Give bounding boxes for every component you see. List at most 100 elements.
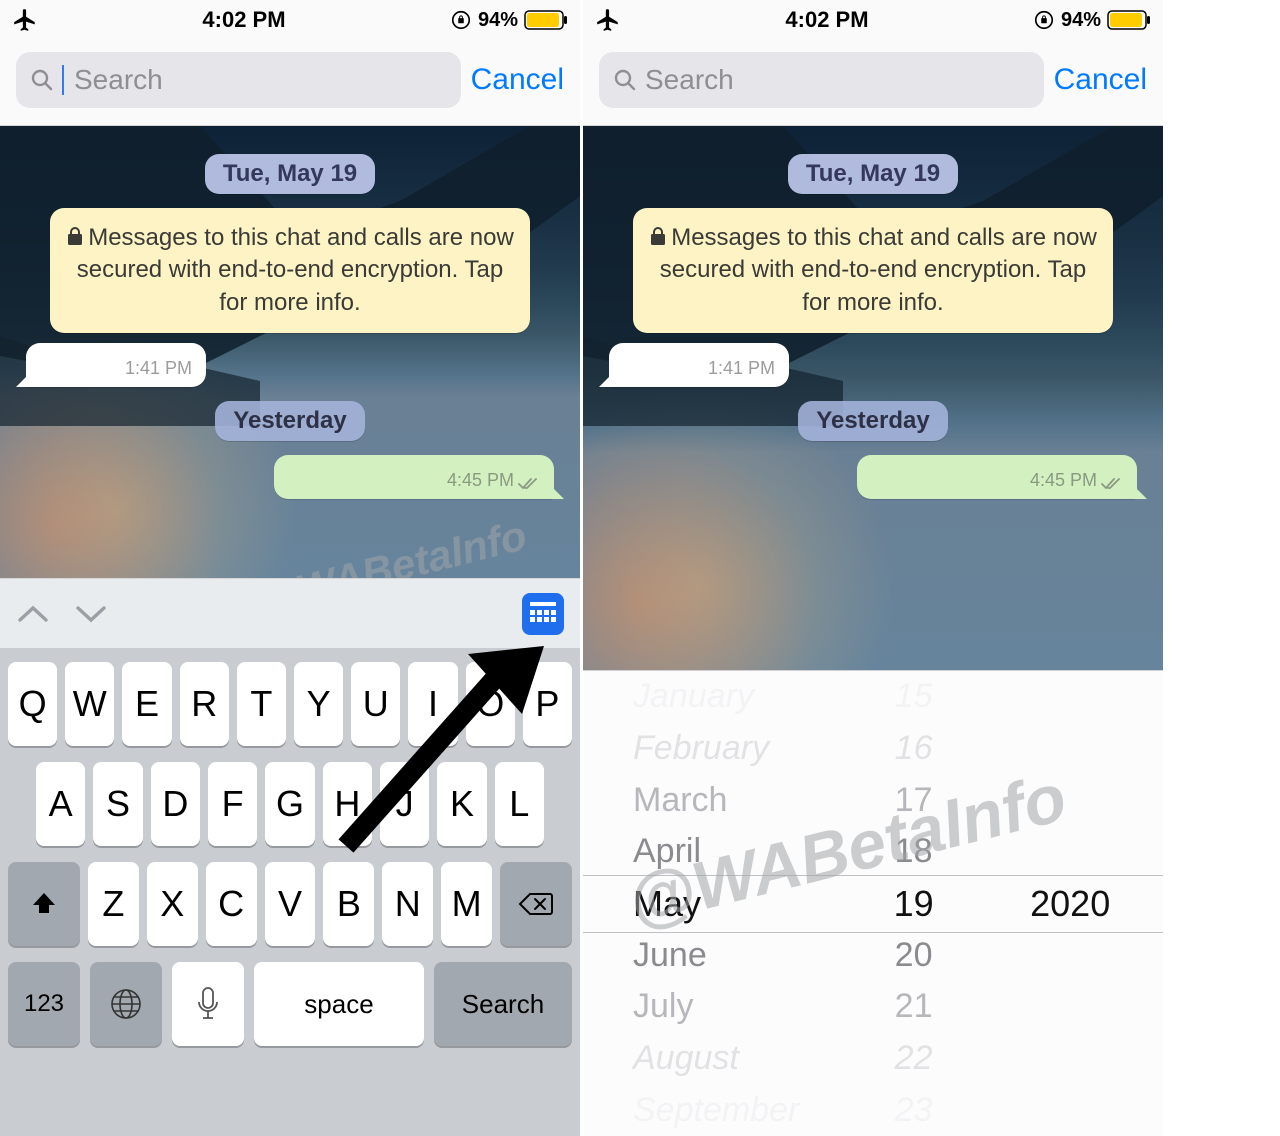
picker-option[interactable]: 23 (895, 1084, 933, 1136)
date-pill: Tue, May 19 (788, 154, 958, 194)
chevron-up-icon[interactable] (16, 602, 50, 626)
calendar-button[interactable] (522, 593, 564, 635)
search-row: Search Cancel (0, 40, 580, 126)
key-b[interactable]: B (323, 862, 374, 946)
picker-option[interactable]: 18 (895, 826, 933, 878)
airplane-mode-icon (595, 7, 621, 33)
search-icon (613, 68, 637, 92)
cancel-button[interactable]: Cancel (471, 63, 564, 97)
date-picker[interactable]: @WABetaInfo JanuaryFebruaryMarchAprilMay… (583, 670, 1163, 1136)
globe-icon (109, 987, 143, 1021)
lock-icon (66, 226, 84, 246)
key-p[interactable]: P (523, 662, 572, 746)
encryption-text: Messages to this chat and calls are now … (77, 224, 514, 316)
key-x[interactable]: X (147, 862, 198, 946)
key-z[interactable]: Z (88, 862, 139, 946)
picker-option[interactable]: 16 (895, 723, 933, 775)
picker-option[interactable]: February (633, 723, 769, 775)
shift-icon (30, 890, 58, 918)
key-space[interactable]: space (254, 962, 424, 1046)
key-globe[interactable] (90, 962, 162, 1046)
date-pill: Tue, May 19 (205, 154, 375, 194)
airplane-mode-icon (12, 7, 38, 33)
incoming-bubble[interactable]: 1:41 PM (609, 343, 789, 387)
status-time: 4:02 PM (202, 7, 285, 33)
key-k[interactable]: K (437, 762, 486, 846)
right-screenshot: 4:02 PM 94% Search Cancel (583, 0, 1163, 1136)
picker-option[interactable]: 21 (895, 981, 933, 1033)
key-q[interactable]: Q (8, 662, 57, 746)
backspace-icon (518, 890, 554, 918)
day-pill: Yesterday (798, 401, 947, 441)
key-t[interactable]: T (237, 662, 286, 746)
key-f[interactable]: F (208, 762, 257, 846)
picker-option[interactable]: April (633, 826, 701, 878)
key-c[interactable]: C (206, 862, 257, 946)
picker-option[interactable]: September (633, 1084, 799, 1136)
key-j[interactable]: J (380, 762, 429, 846)
key-w[interactable]: W (65, 662, 114, 746)
chat-area: Tue, May 19 Messages to this chat and ca… (0, 126, 580, 578)
picker-year-column[interactable]: 2020 (977, 671, 1163, 1136)
search-input[interactable]: Search (599, 52, 1044, 108)
picker-option[interactable]: June (633, 929, 707, 981)
key-r[interactable]: R (180, 662, 229, 746)
key-123[interactable]: 123 (8, 962, 80, 1046)
key-backspace[interactable] (500, 862, 572, 946)
picker-option[interactable]: 22 (895, 1033, 933, 1085)
key-y[interactable]: Y (294, 662, 343, 746)
key-m[interactable]: M (441, 862, 492, 946)
picker-option[interactable]: August (633, 1033, 739, 1085)
picker-month-column[interactable]: JanuaryFebruaryMarchAprilMayJuneJulyAugu… (583, 671, 850, 1136)
key-v[interactable]: V (265, 862, 316, 946)
key-shift[interactable] (8, 862, 80, 946)
picker-option[interactable]: 17 (895, 774, 933, 826)
chevron-down-icon[interactable] (74, 602, 108, 626)
key-a[interactable]: A (36, 762, 85, 846)
encryption-notice[interactable]: Messages to this chat and calls are now … (50, 208, 530, 333)
key-s[interactable]: S (93, 762, 142, 846)
encryption-notice[interactable]: Messages to this chat and calls are now … (633, 208, 1113, 333)
key-u[interactable]: U (351, 662, 400, 746)
key-dictation[interactable] (172, 962, 244, 1046)
picker-day-column[interactable]: 151617181920212223 (850, 671, 978, 1136)
mic-icon (196, 986, 220, 1022)
picker-option[interactable]: July (633, 981, 693, 1033)
search-placeholder: Search (74, 64, 447, 96)
search-icon (30, 68, 54, 92)
key-search[interactable]: Search (434, 962, 572, 1046)
battery-percent: 94% (478, 9, 518, 32)
picker-option[interactable]: 15 (895, 671, 933, 723)
outgoing-timestamp: 4:45 PM (1030, 470, 1097, 491)
key-d[interactable]: D (151, 762, 200, 846)
picker-option[interactable]: May (633, 878, 701, 930)
rotation-lock-icon (1033, 9, 1055, 31)
picker-option[interactable]: January (633, 671, 754, 723)
key-g[interactable]: G (265, 762, 314, 846)
read-ticks-icon (518, 477, 540, 491)
incoming-timestamp: 1:41 PM (708, 358, 775, 379)
key-l[interactable]: L (495, 762, 544, 846)
search-input[interactable]: Search (16, 52, 461, 108)
calendar-icon (530, 602, 556, 626)
picker-option[interactable]: 20 (895, 929, 933, 981)
battery-icon (524, 10, 568, 30)
battery-icon (1107, 10, 1151, 30)
picker-option[interactable]: 2020 (1030, 876, 1110, 932)
keyboard: QWERTYUIOP ASDFGHJKL ZXCVBNM 123 space S… (0, 648, 580, 1136)
battery-percent: 94% (1061, 9, 1101, 32)
picker-option[interactable]: March (633, 774, 727, 826)
key-i[interactable]: I (408, 662, 457, 746)
outgoing-bubble[interactable]: 4:45 PM (274, 455, 554, 499)
key-h[interactable]: H (323, 762, 372, 846)
key-e[interactable]: E (122, 662, 171, 746)
key-o[interactable]: O (466, 662, 515, 746)
encryption-text: Messages to this chat and calls are now … (660, 224, 1097, 316)
read-ticks-icon (1101, 477, 1123, 491)
key-n[interactable]: N (382, 862, 433, 946)
incoming-bubble[interactable]: 1:41 PM (26, 343, 206, 387)
outgoing-bubble[interactable]: 4:45 PM (857, 455, 1137, 499)
picker-option[interactable]: 19 (894, 878, 934, 930)
status-time: 4:02 PM (785, 7, 868, 33)
cancel-button[interactable]: Cancel (1054, 63, 1147, 97)
